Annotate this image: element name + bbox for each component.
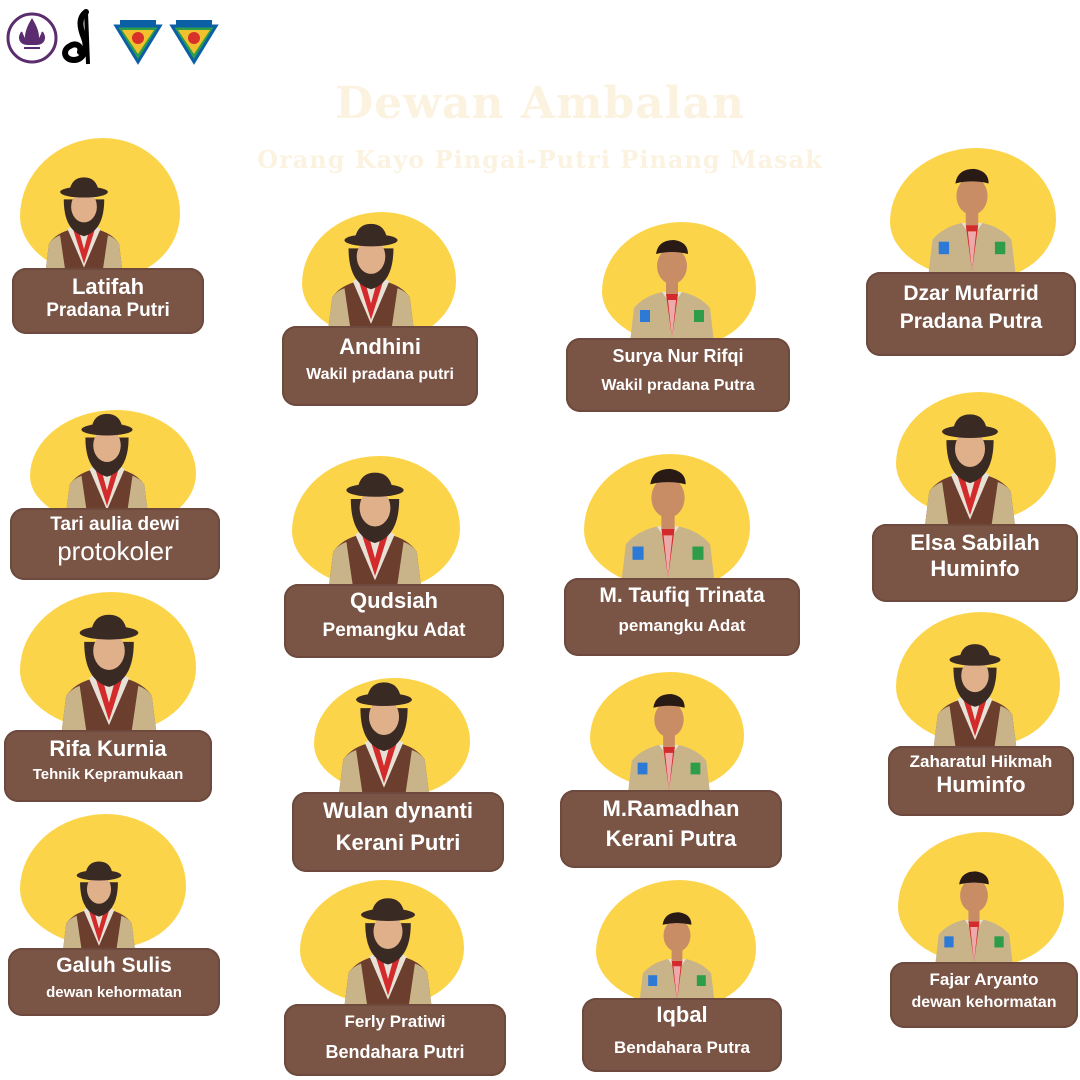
member-name: M.Ramadhan [602, 796, 740, 821]
member-name: Zaharatul Hikmah [909, 752, 1053, 771]
member-role: Huminfo [936, 772, 1026, 797]
member-photo [56, 408, 158, 516]
member-role: pemangku Adat [618, 616, 746, 635]
name-plate: Latifah Pradana Putri [12, 268, 204, 334]
member-role: Wakil pradana Putra [601, 377, 755, 394]
regional-crest-emblem-icon [168, 8, 220, 66]
member-role: Kerani Putra [605, 826, 737, 851]
page-title: Dewan Ambalan [334, 78, 746, 129]
name-plate: Galuh Sulis dewan kehormatan [8, 948, 220, 1016]
name-plate: Tari aulia dewi protokoler [10, 508, 220, 580]
regional-crest-emblem-icon [112, 8, 164, 66]
name-plate: Ferly Pratiwi Bendahara Putri [284, 1004, 506, 1076]
member-name: Rifa Kurnia [49, 736, 167, 761]
member-name: Wulan dynanti [323, 798, 473, 823]
member-name: Tari aulia dewi [50, 514, 180, 535]
member-photo [622, 218, 722, 342]
tunas-kelapa-emblem-icon [58, 8, 98, 66]
member-role: Bendahara Putri [325, 1042, 465, 1062]
member-photo [328, 676, 440, 794]
name-plate: M. Taufiq Trinata pemangku Adat [564, 578, 800, 656]
member-name: Surya Nur Rifqi [612, 346, 744, 366]
name-plate: Fajar Aryanto dewan kehormatan [890, 962, 1078, 1028]
member-photo [926, 864, 1022, 966]
member-role: dewan kehormatan [46, 984, 182, 1001]
member-role: Pradana Putra [899, 310, 1043, 333]
member-photo [916, 408, 1024, 526]
member-name: Latifah [71, 274, 145, 299]
member-photo [320, 215, 422, 330]
scout-lily-emblem-icon [6, 8, 58, 66]
member-photo [56, 845, 142, 951]
member-name: Qudsiah [349, 588, 438, 613]
name-plate: Qudsiah Pemangku Adat [284, 584, 504, 658]
member-photo [320, 465, 430, 587]
member-photo [52, 608, 166, 732]
member-photo [926, 628, 1024, 746]
member-role: Bendahara Putra [613, 1038, 751, 1057]
member-role: Tehnik Kepramukaan [32, 766, 184, 783]
name-plate: Dzar Mufarrid Pradana Putra [866, 272, 1076, 356]
name-plate: Wulan dynanti Kerani Putri [292, 792, 504, 872]
name-plate: Andhini Wakil pradana putri [282, 326, 478, 406]
member-photo [632, 894, 722, 1004]
member-photo [920, 155, 1024, 275]
member-role: protokoler [57, 536, 173, 566]
name-plate: M.Ramadhan Kerani Putra [560, 790, 782, 868]
member-role: Pemangku Adat [322, 620, 466, 641]
member-name: Ferly Pratiwi [344, 1012, 446, 1031]
name-plate: Rifa Kurnia Tehnik Kepramukaan [4, 730, 212, 802]
member-photo [336, 892, 440, 1006]
name-plate: Zaharatul Hikmah Huminfo [888, 746, 1074, 816]
member-role: Kerani Putri [335, 830, 461, 855]
member-name: Elsa Sabilah [910, 530, 1040, 555]
member-role: Huminfo [930, 556, 1020, 581]
member-role: dewan kehormatan [911, 994, 1057, 1011]
member-name: M. Taufiq Trinata [599, 584, 765, 607]
member-role: Wakil pradana putri [306, 366, 454, 383]
member-photo [620, 678, 718, 794]
name-plate: Surya Nur Rifqi Wakil pradana Putra [566, 338, 790, 412]
name-plate: Elsa Sabilah Huminfo [872, 524, 1078, 602]
member-photo [608, 460, 728, 582]
member-photo [38, 165, 130, 273]
member-name: Andhini [339, 334, 421, 359]
member-name: Dzar Mufarrid [903, 282, 1039, 305]
member-name: Galuh Sulis [56, 954, 172, 977]
member-name: Iqbal [656, 1002, 708, 1027]
name-plate: Iqbal Bendahara Putra [582, 998, 782, 1072]
member-role: Pradana Putri [46, 300, 170, 321]
member-name: Fajar Aryanto [929, 970, 1039, 989]
